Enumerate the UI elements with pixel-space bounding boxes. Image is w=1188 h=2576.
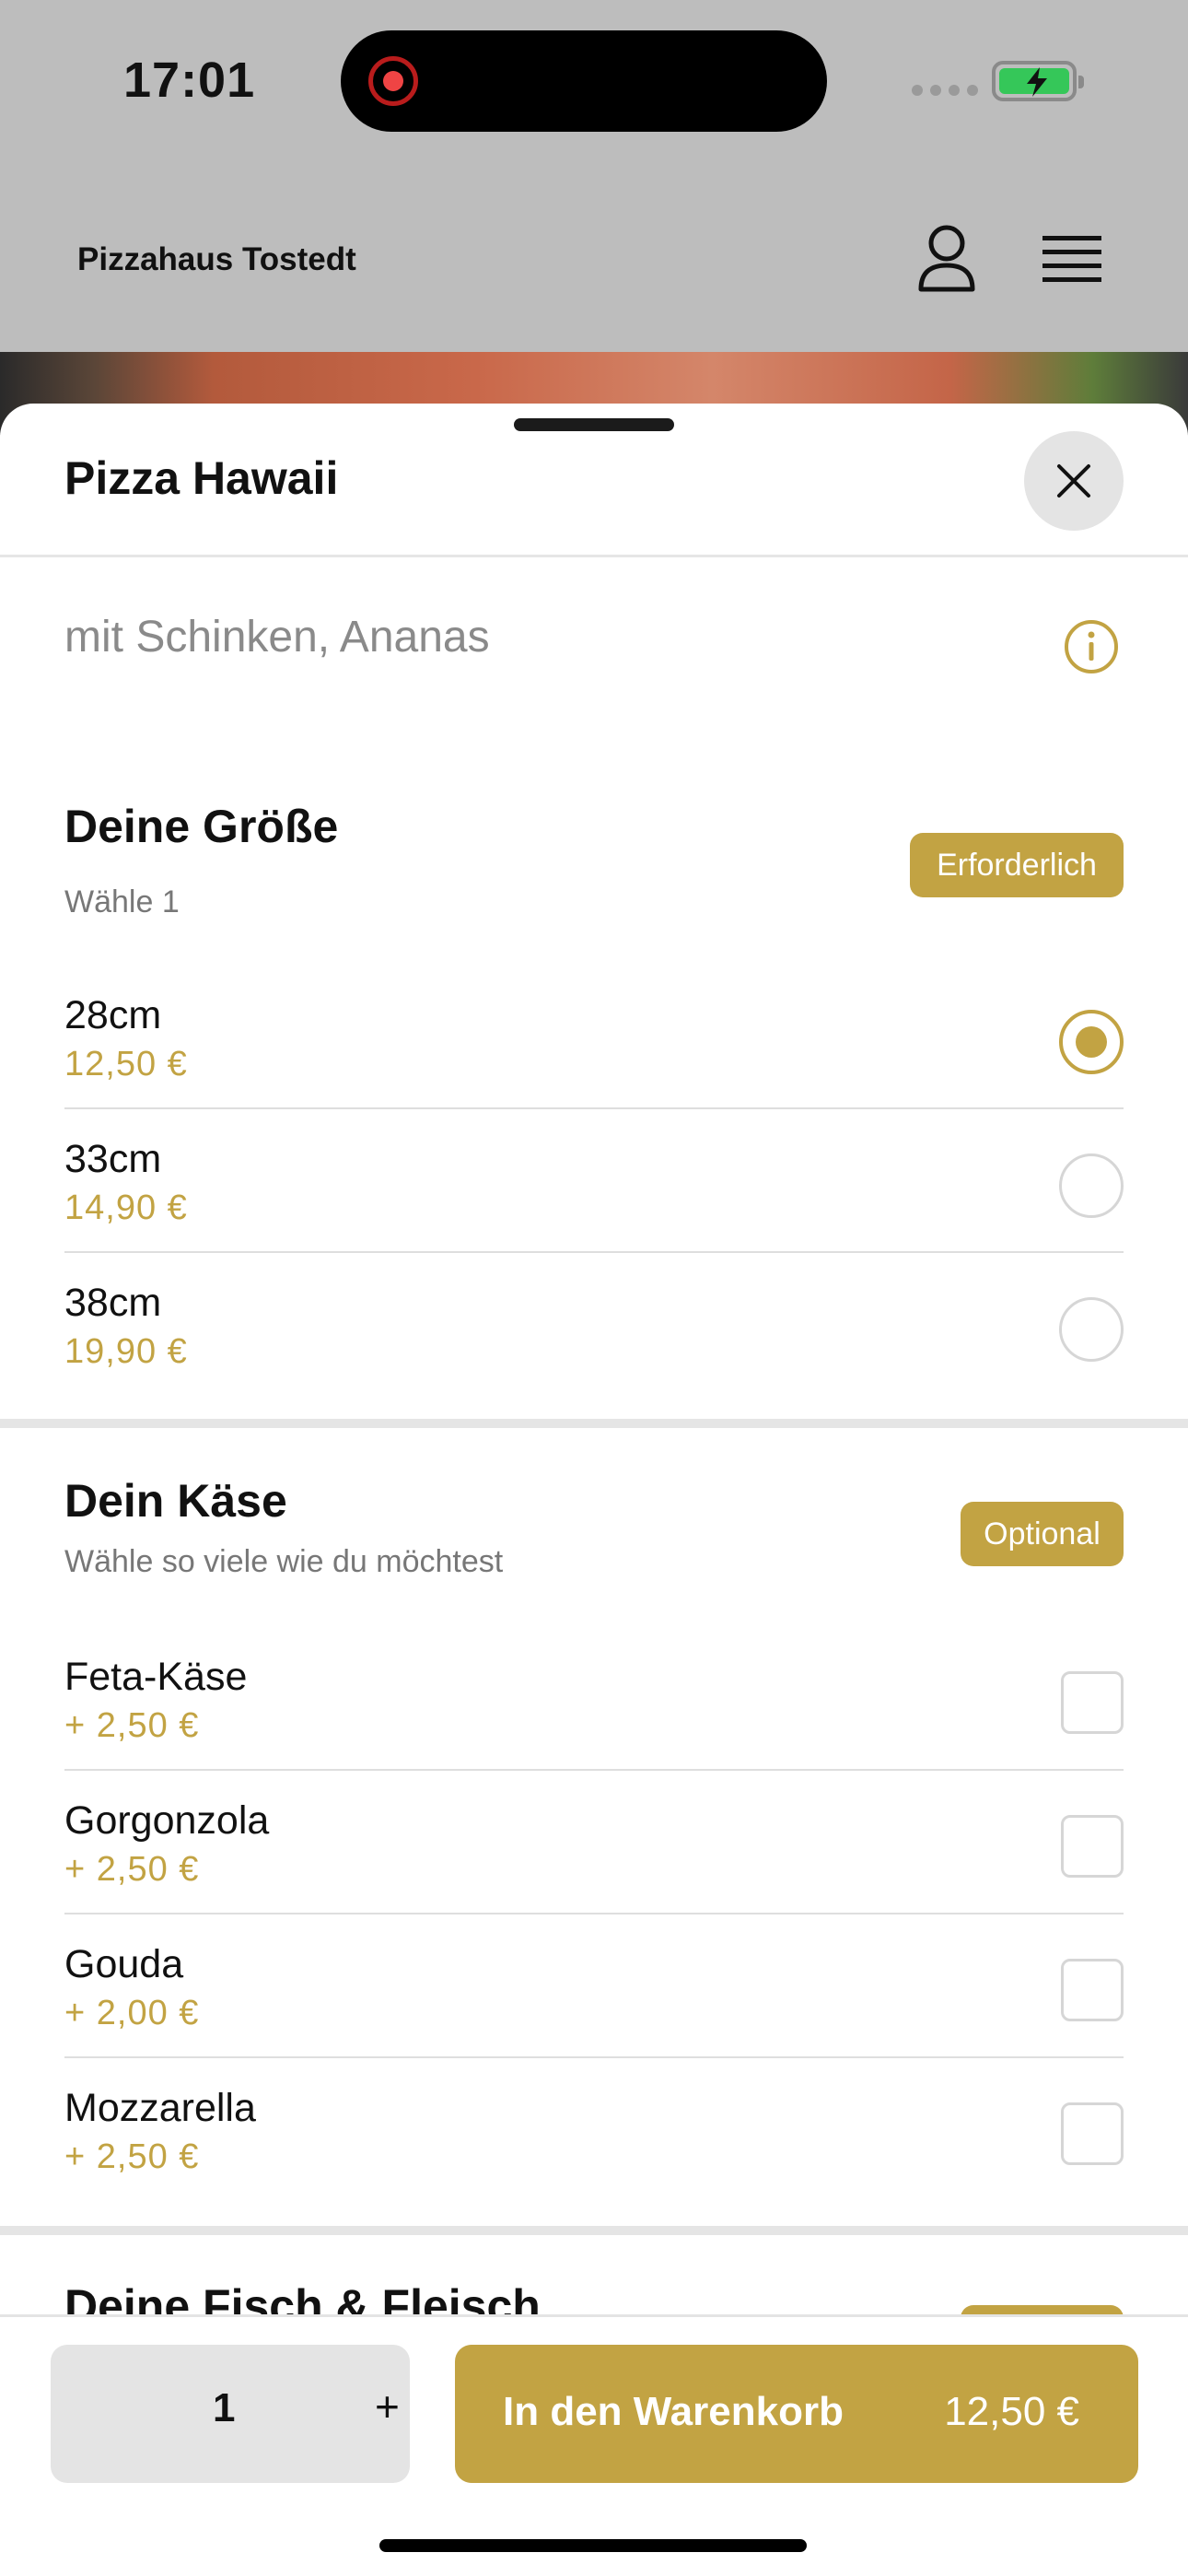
cheese-section-subtitle: Wähle so viele wie du möchtest (64, 1544, 504, 1579)
checkbox[interactable] (1061, 2102, 1124, 2165)
quantity-plus-button[interactable]: + (375, 2382, 400, 2431)
signal-icon (912, 85, 978, 96)
product-sheet: Pizza Hawaii mit Schinken, Ananas Deine … (0, 404, 1188, 2576)
menu-icon[interactable] (1042, 234, 1101, 284)
sheet-grabber[interactable] (514, 418, 674, 431)
product-title: Pizza Hawaii (64, 452, 339, 504)
size-option-28cm[interactable]: 28cm 12,50 € (64, 966, 1124, 1109)
header-divider (0, 555, 1188, 557)
option-name: Feta-Käse (64, 1655, 248, 1699)
radio-selected[interactable] (1059, 1010, 1124, 1074)
status-time: 17:01 (123, 53, 256, 108)
option-name: Gouda (64, 1942, 184, 1986)
battery-icon (992, 61, 1084, 101)
size-option-33cm[interactable]: 33cm 14,90 € (64, 1109, 1124, 1253)
size-section-title: Deine Größe (64, 801, 339, 852)
dynamic-island (341, 30, 827, 132)
option-price: + 2,00 € (64, 1994, 200, 2032)
product-description: mit Schinken, Ananas (64, 613, 490, 662)
option-price: + 2,50 € (64, 1706, 200, 1745)
radio-unselected[interactable] (1059, 1297, 1124, 1362)
section-divider (0, 2226, 1188, 2235)
account-icon[interactable] (917, 225, 976, 293)
cheese-section-title: Dein Käse (64, 1475, 287, 1527)
option-name: 38cm (64, 1281, 162, 1325)
radio-unselected[interactable] (1059, 1153, 1124, 1218)
quantity-stepper[interactable]: 1 + (51, 2345, 410, 2483)
close-icon (1057, 464, 1090, 498)
add-to-cart-button[interactable]: In den Warenkorb 12,50 € (455, 2345, 1138, 2483)
option-name: Mozzarella (64, 2086, 256, 2130)
checkbox[interactable] (1061, 1959, 1124, 2021)
option-price: + 2,50 € (64, 2137, 200, 2176)
option-price: + 2,50 € (64, 1850, 200, 1889)
option-price: 14,90 € (64, 1188, 188, 1227)
option-name: 33cm (64, 1137, 162, 1181)
option-price: 12,50 € (64, 1045, 188, 1083)
option-name: Gorgonzola (64, 1798, 270, 1843)
optional-badge: Optional (961, 1502, 1124, 1566)
checkbox[interactable] (1061, 1671, 1124, 1734)
close-button[interactable] (1024, 431, 1124, 531)
required-badge: Erforderlich (910, 833, 1124, 897)
bottom-action-bar: 1 + In den Warenkorb 12,50 € (0, 2314, 1188, 2576)
option-name: 28cm (64, 993, 162, 1037)
status-bar: 17:01 (0, 0, 1188, 166)
size-option-38cm[interactable]: 38cm 19,90 € (64, 1253, 1124, 1397)
cheese-option-gouda[interactable]: Gouda + 2,00 € (64, 1914, 1124, 2058)
add-to-cart-label: In den Warenkorb (503, 2389, 844, 2434)
size-section-subtitle: Wähle 1 (64, 884, 180, 919)
cheese-option-gorgonzola[interactable]: Gorgonzola + 2,50 € (64, 1771, 1124, 1914)
home-indicator[interactable] (379, 2539, 807, 2552)
checkbox[interactable] (1061, 1815, 1124, 1878)
cheese-option-feta[interactable]: Feta-Käse + 2,50 € (64, 1627, 1124, 1771)
option-price: 19,90 € (64, 1332, 188, 1371)
cheese-option-mozzarella[interactable]: Mozzarella + 2,50 € (64, 2058, 1124, 2202)
recording-icon (368, 56, 418, 106)
section-divider (0, 1419, 1188, 1428)
info-icon[interactable] (1064, 619, 1119, 674)
add-to-cart-price: 12,50 € (944, 2389, 1079, 2434)
brand-name[interactable]: Pizzahaus Tostedt (77, 241, 356, 278)
quantity-value: 1 (213, 2385, 236, 2430)
